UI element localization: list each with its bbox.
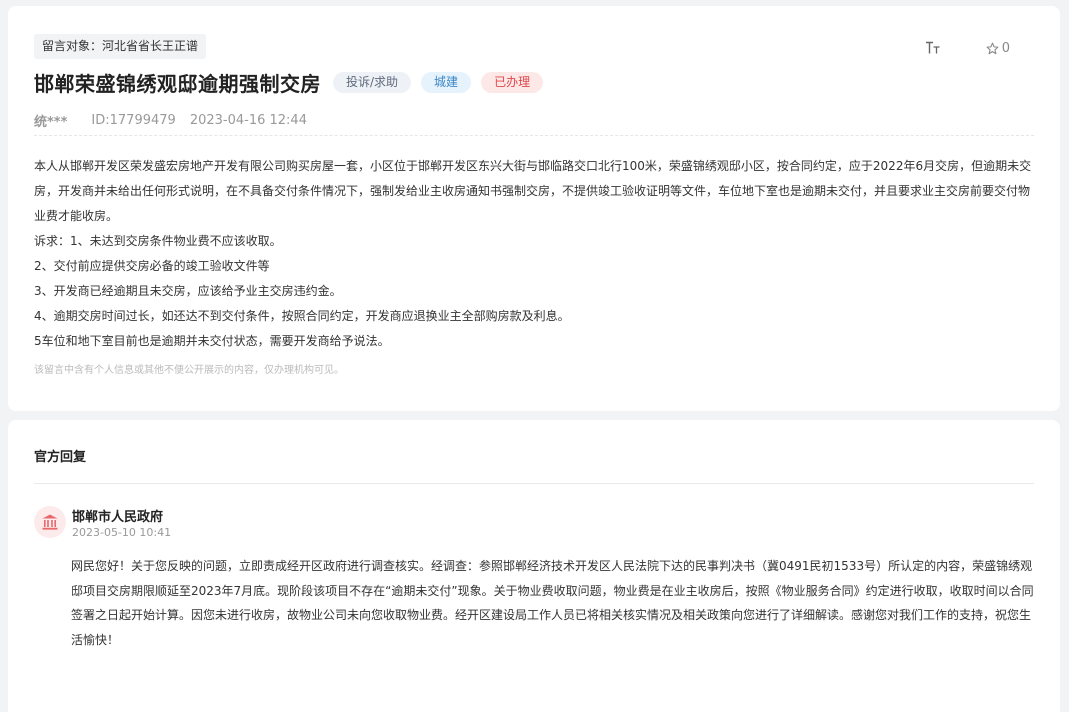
reply-divider [34, 483, 1034, 484]
department-tag: 城建 [421, 72, 472, 93]
favorite-count: 0 [1001, 40, 1010, 56]
message-title: 邯郸荣盛锦绣观邸逾期强制交房 [34, 72, 321, 96]
reply-time: 2023-05-10 10:41 [72, 526, 172, 539]
content-paragraph: 5车位和地下室目前也是逾期并未交付状态，需要开发商给予说法。 [34, 334, 390, 348]
org-avatar [34, 506, 66, 538]
privacy-note: 该留言中含有个人信息或其他不便公开展示的内容，仅办理机构可见。 [34, 365, 344, 376]
font-size-icon [925, 41, 940, 54]
message-id: ID:17799479 [91, 113, 176, 128]
star-icon [986, 42, 999, 54]
author-name: 统*** [34, 115, 68, 130]
message-content: 本人从邯郸开发区荣发盛宏房地产开发有限公司购买房屋一套，小区位于邯郸开发区东兴大… [34, 154, 1034, 354]
reply-content: 网民您好！关于您反映的问题，立即责成经开区政府进行调查核实。经调查：参照邯郸经济… [71, 559, 1034, 647]
content-paragraph: 4、逾期交房时间过长，如还达不到交付条件，按照合同约定，开发商应退换业主全部购房… [34, 309, 570, 323]
font-size-button[interactable] [922, 38, 944, 58]
status-badge: 已办理 [481, 72, 544, 93]
content-paragraph: 2、交付前应提供交房必备的竣工验收文件等 [34, 259, 270, 273]
government-building-icon [42, 514, 58, 530]
org-name: 邯郸市人民政府 [72, 510, 164, 525]
message-meta: 统*** ID:17799479 2023-04-16 12:44 [34, 111, 307, 130]
message-time: 2023-04-16 12:44 [189, 113, 307, 128]
title-row: 邯郸荣盛锦绣观邸逾期强制交房 投诉/求助 城建 已办理 [34, 68, 544, 97]
message-toolbar: 0 [922, 38, 1010, 58]
reply-section-title: 官方回复 [34, 450, 87, 465]
message-card: 留言对象：河北省省长王正谱 0 邯郸荣盛锦绣观邸逾期强制交房 投诉/求助 城建 … [8, 6, 1060, 411]
favorite-button[interactable]: 0 [986, 41, 1010, 56]
content-paragraph: 3、开发商已经逾期且未交房，应该给予业主交房违约金。 [34, 284, 342, 298]
content-paragraph: 诉求：1、未达到交房条件物业费不应该收取。 [34, 234, 282, 248]
message-target-tag: 留言对象：河北省省长王正谱 [34, 34, 207, 59]
content-paragraph: 本人从邯郸开发区荣发盛宏房地产开发有限公司购买房屋一套，小区位于邯郸开发区东兴大… [34, 159, 1032, 223]
meta-divider [34, 135, 1034, 136]
official-reply-card: 官方回复 邯郸市人民政府 2023-05-10 10:41 网民您好！关于您反映… [8, 420, 1060, 712]
type-tag: 投诉/求助 [333, 72, 412, 93]
